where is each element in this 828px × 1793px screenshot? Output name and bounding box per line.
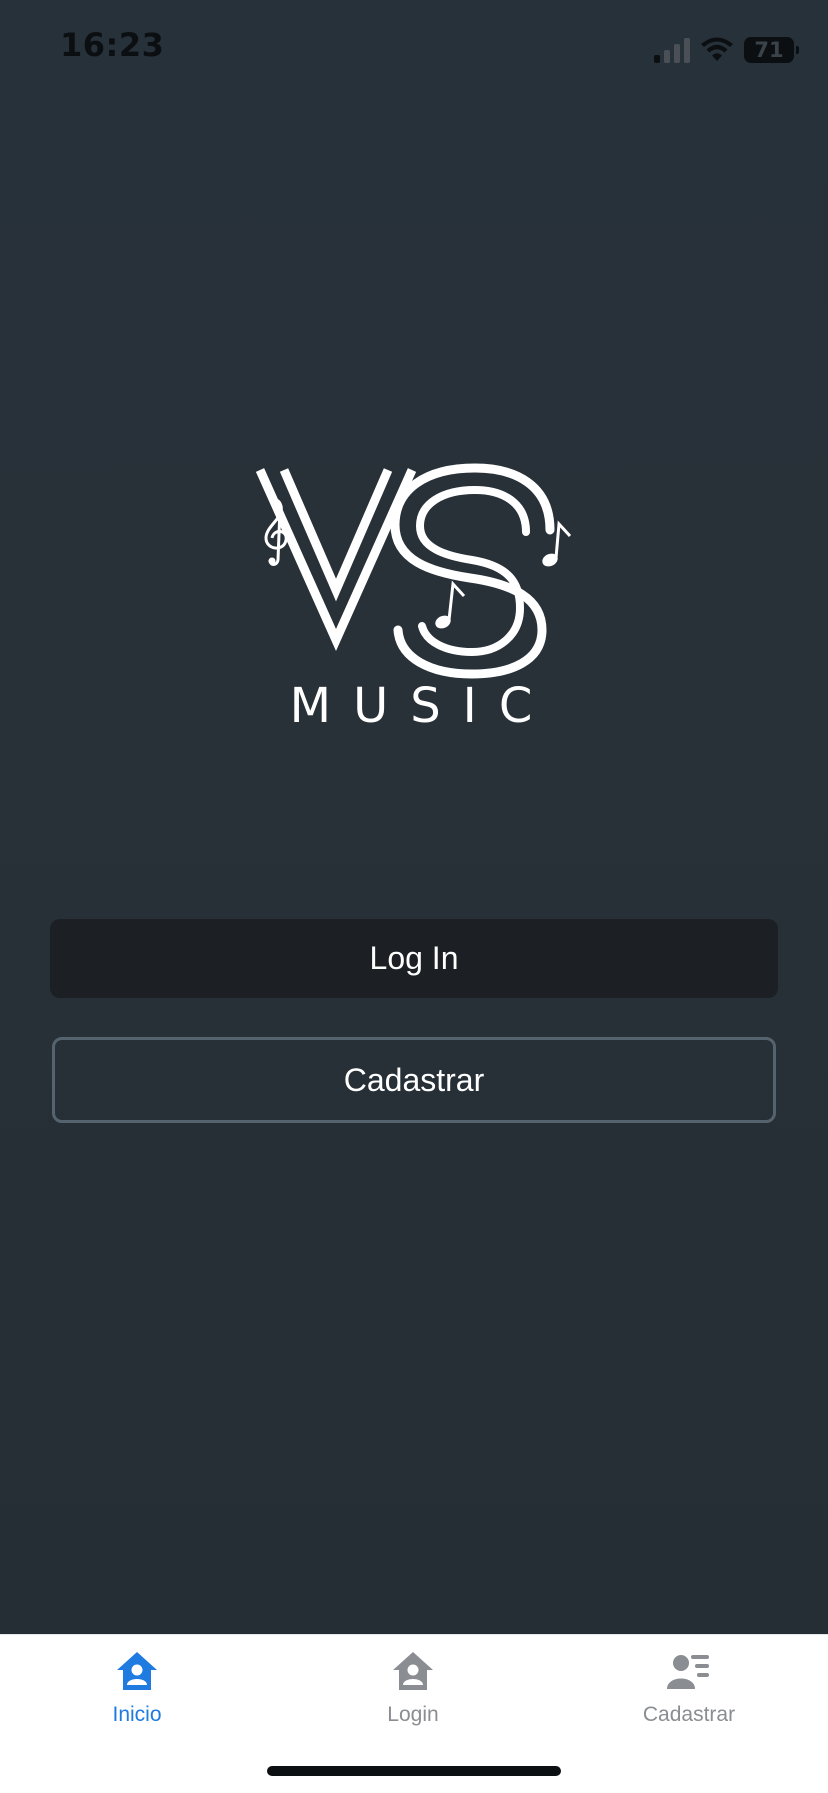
home-person-icon: [393, 1652, 433, 1690]
login-button[interactable]: Log In: [50, 919, 778, 998]
tab-cadastrar-label: Cadastrar: [642, 1703, 736, 1726]
tab-cadastrar[interactable]: Cadastrar: [589, 1649, 789, 1727]
home-person-icon: [117, 1652, 157, 1690]
battery-icon: 71: [744, 37, 799, 63]
wifi-icon: [701, 37, 733, 61]
logo-wordmark: MUSIC: [289, 678, 555, 734]
home-indicator[interactable]: [267, 1766, 561, 1776]
contact-list-icon: [667, 1655, 709, 1689]
music-note-icon: [542, 520, 572, 567]
tab-login[interactable]: Login: [313, 1649, 513, 1727]
status-icons: 71: [654, 34, 799, 66]
tab-login-label: Login: [387, 1703, 439, 1726]
status-time: 16:23: [60, 26, 165, 64]
app-screen: 16:23 71 MUSIC Log In Cadastrar: [0, 0, 828, 1634]
register-button[interactable]: Cadastrar: [52, 1037, 776, 1123]
login-button-label: Log In: [369, 940, 459, 976]
vs-music-logo: MUSIC: [250, 460, 580, 740]
vs-monogram-logo: [255, 463, 572, 679]
bottom-tab-bar: Inicio Login Cadastrar: [0, 1634, 828, 1793]
music-note-icon: [435, 580, 466, 629]
tab-inicio[interactable]: Inicio: [37, 1649, 237, 1727]
register-button-label: Cadastrar: [343, 1061, 485, 1098]
tab-inicio-label: Inicio: [112, 1703, 162, 1726]
battery-level: 71: [754, 38, 784, 62]
cellular-signal-icon: [654, 37, 690, 63]
treble-clef-icon: [264, 498, 288, 566]
